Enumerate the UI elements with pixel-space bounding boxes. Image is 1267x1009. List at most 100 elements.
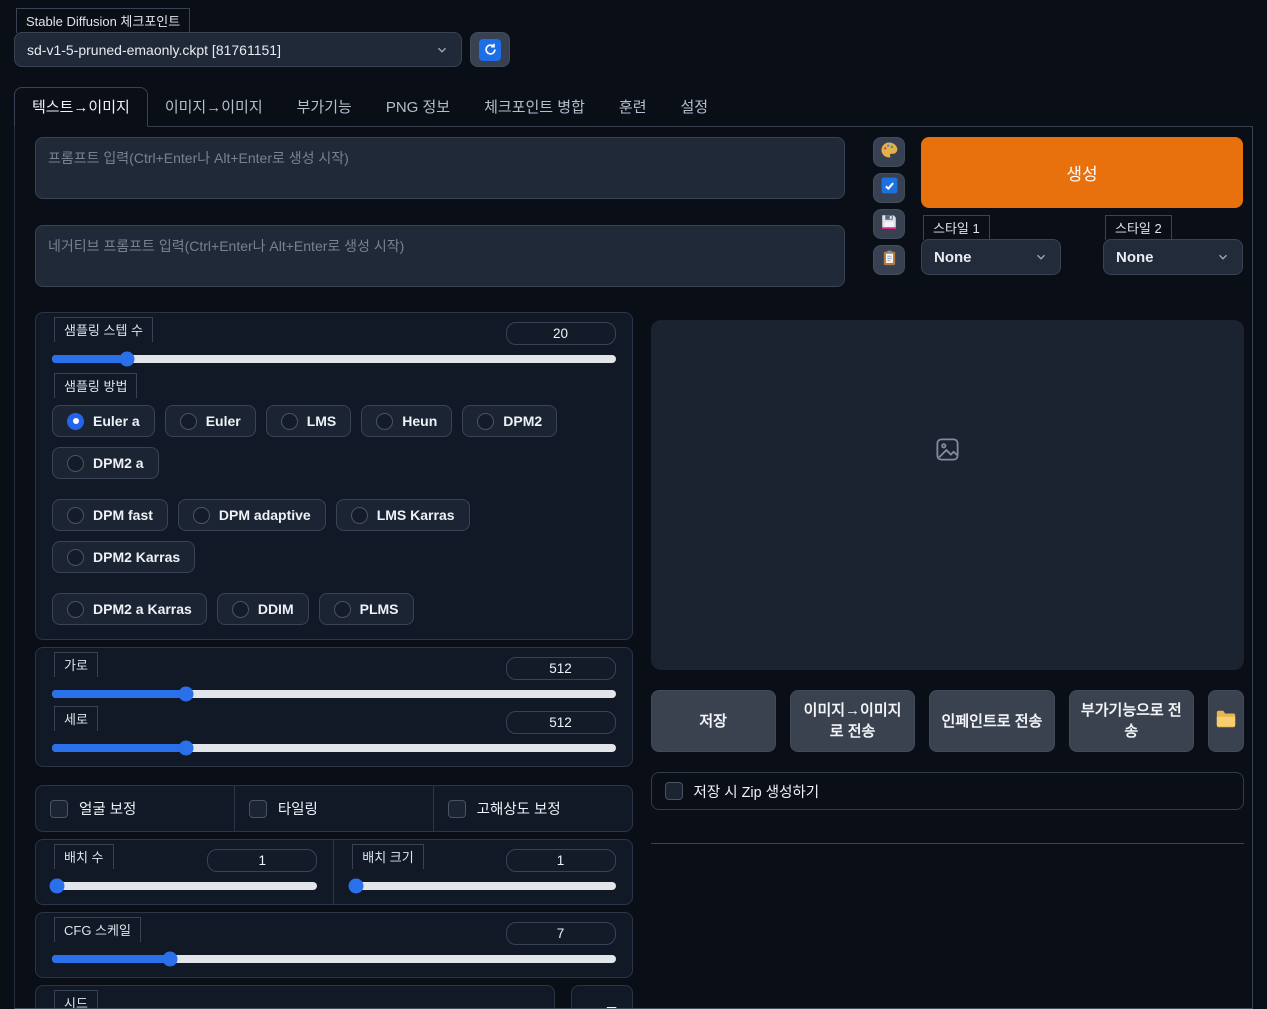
check-square-icon [880,176,899,200]
tab-checkpoint-merger[interactable]: 체크포인트 병합 [467,88,602,126]
sampler-dpm2[interactable]: DPM2 [462,405,558,437]
radio-icon [179,412,197,430]
open-folder-button[interactable] [1208,690,1244,752]
negative-prompt-input[interactable] [35,225,845,287]
chevron-down-icon [435,43,449,57]
restore-faces-checkbox[interactable]: 얼굴 보정 [36,786,234,831]
style2-label: 스타일 2 [1105,215,1172,240]
output-buttons: 저장 이미지→이미지로 전송 인페인트로 전송 부가기능으로 전송 [650,690,1244,752]
chevron-down-icon [1034,250,1048,264]
sampling-steps-slider[interactable] [52,351,616,367]
batch-size-label: 배치 크기 [352,844,424,869]
radio-icon [376,412,394,430]
checkpoint-bar: Stable Diffusion 체크포인트 sd-v1-5-pruned-em… [0,0,1267,67]
toggle-group: 얼굴 보정 타일링 고해상도 보정 [35,785,633,832]
sampling-group: 샘플링 스텝 수 20 샘플링 방법 Euler a Euler LMS Heu… [35,312,633,640]
radio-icon [67,600,84,618]
generation-info-area [650,822,1244,844]
tab-txt2img[interactable]: 텍스트→이미지 [14,87,148,127]
tab-png-info[interactable]: PNG 정보 [369,88,467,126]
height-label: 세로 [54,706,98,731]
paste-params-button[interactable] [873,173,905,203]
main-tabs: 텍스트→이미지 이미지→이미지 부가기능 PNG 정보 체크포인트 병합 훈련 … [14,87,1253,127]
radio-icon [231,600,249,618]
batch-size-slider[interactable] [348,878,616,894]
style2-select[interactable]: None [1103,239,1243,275]
image-placeholder-icon [936,437,959,461]
sampling-steps-value[interactable]: 20 [505,322,616,345]
txt2img-panel: 생성 스타일 1 None 스타일 2 [14,127,1253,1009]
sampler-dpm2-a[interactable]: DPM2 a [52,447,159,479]
prompt-tools [873,137,905,292]
generate-button[interactable]: 생성 [921,137,1243,208]
checkpoint-select[interactable]: sd-v1-5-pruned-emaonly.ckpt [81761151] [14,32,462,67]
seed-group: 시드 [35,985,555,1008]
sampler-dpm-fast[interactable]: DPM fast [52,499,168,531]
sampler-euler[interactable]: Euler [164,405,256,437]
width-slider[interactable] [52,686,616,702]
style1-label: 스타일 1 [923,215,990,240]
batch-count-value[interactable]: 1 [207,849,318,872]
highres-fix-checkbox[interactable]: 고해상도 보정 [432,786,632,831]
seed-advanced-group: 고급 [570,985,633,1008]
refresh-icon [479,38,501,61]
sampler-euler-a[interactable]: Euler a [52,405,155,437]
radio-icon [350,506,368,524]
radio-icon [333,600,351,618]
send-to-extras-button[interactable]: 부가기능으로 전송 [1068,690,1194,752]
cfg-scale-slider[interactable] [52,951,616,967]
save-button[interactable]: 저장 [650,690,776,752]
sampler-lms-karras[interactable]: LMS Karras [335,499,470,531]
floppy-disk-icon [880,213,898,236]
radio-icon [67,412,84,430]
checkbox-icon [447,799,466,818]
tiling-checkbox[interactable]: 타일링 [233,786,433,831]
prompt-input[interactable] [35,137,845,199]
clipboard-icon [881,249,898,272]
cfg-scale-value[interactable]: 7 [505,922,616,945]
tab-extras[interactable]: 부가기능 [280,88,369,126]
width-label: 가로 [54,652,98,677]
radio-icon [67,548,84,566]
send-to-img2img-button[interactable]: 이미지→이미지로 전송 [789,690,916,752]
sampler-ddim[interactable]: DDIM [216,593,309,625]
seed-row: 시드 [35,985,633,1008]
width-value[interactable]: 512 [505,657,616,680]
seed-advanced-label: 고급 [605,1003,622,1008]
batch-count-label: 배치 수 [54,844,114,869]
sampling-steps-label: 샘플링 스텝 수 [54,317,153,342]
tab-settings[interactable]: 설정 [664,88,726,126]
batch-count-slider[interactable] [49,878,318,894]
height-value[interactable]: 512 [505,711,616,734]
sampler-plms[interactable]: PLMS [318,593,414,625]
zip-checkbox-row[interactable]: 저장 시 Zip 생성하기 [650,772,1244,810]
zip-label: 저장 시 Zip 생성하기 [693,784,820,801]
radio-icon [67,506,84,524]
sampler-heun[interactable]: Heun [361,405,453,437]
style2-value: None [1116,248,1154,266]
radio-icon [192,506,210,524]
sampler-dpm2-karras[interactable]: DPM2 Karras [52,541,196,573]
chevron-down-icon [1216,250,1230,264]
sampler-dpm-adaptive[interactable]: DPM adaptive [177,499,326,531]
sampling-method-options: Euler a Euler LMS Heun DPM2 DPM2 a DPM f… [52,405,616,625]
checkpoint-value: sd-v1-5-pruned-emaonly.ckpt [81761151] [27,41,281,58]
height-slider[interactable] [52,740,616,756]
refresh-checkpoint-button[interactable] [470,32,510,67]
checkbox-icon [248,799,267,818]
checkbox-icon [664,782,683,800]
style1-select[interactable]: None [921,239,1061,275]
sampler-dpm2-a-karras[interactable]: DPM2 a Karras [52,593,207,625]
tab-img2img[interactable]: 이미지→이미지 [148,88,280,126]
cfg-scale-label: CFG 스케일 [54,917,141,942]
send-to-inpaint-button[interactable]: 인페인트로 전송 [929,690,1055,752]
batch-group: 배치 수 1 배치 크기 1 [35,839,633,905]
roll-art-button[interactable] [873,137,905,167]
apply-style-button[interactable] [873,245,905,275]
save-style-button[interactable] [873,209,905,239]
stable-diffusion-webui: Stable Diffusion 체크포인트 sd-v1-5-pruned-em… [0,0,1267,1009]
tab-train[interactable]: 훈련 [602,88,664,126]
sampler-lms[interactable]: LMS [265,405,352,437]
cfg-group: CFG 스케일 7 [35,912,633,978]
batch-size-value[interactable]: 1 [505,849,616,872]
